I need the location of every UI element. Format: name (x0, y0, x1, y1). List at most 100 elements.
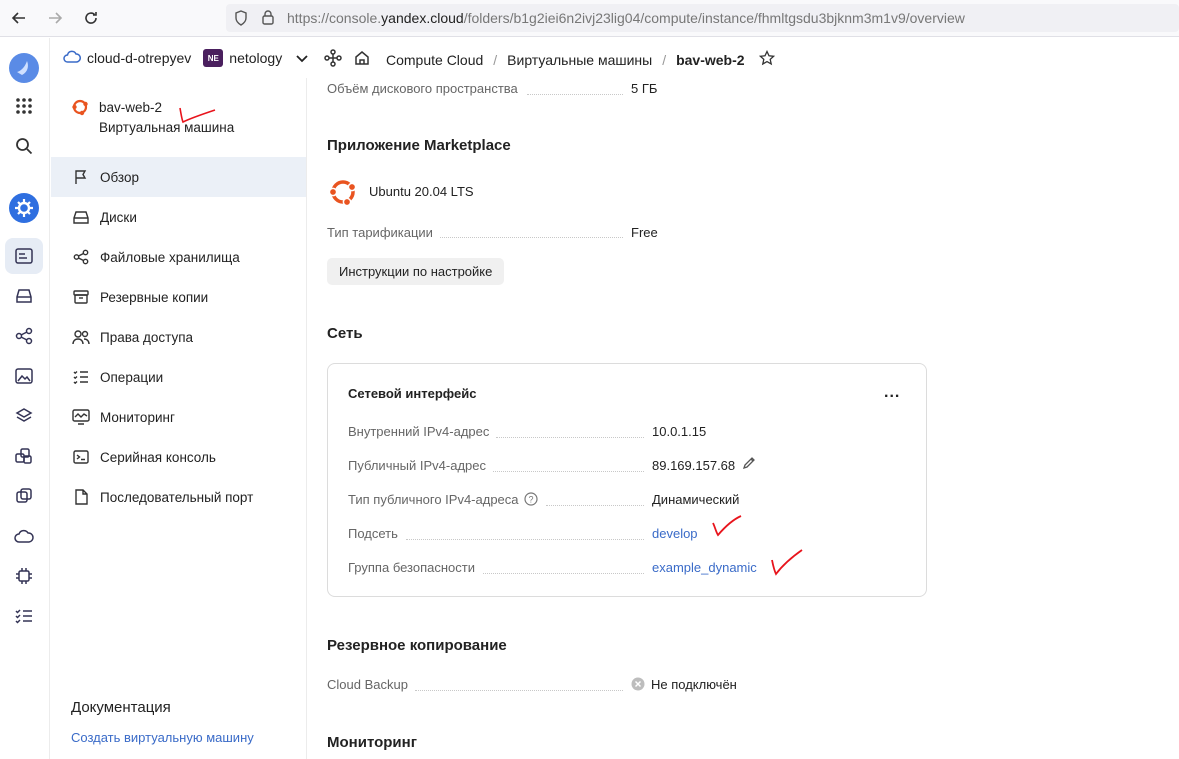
subnet-label: Подсеть (348, 526, 398, 541)
help-icon[interactable]: ? (524, 492, 538, 509)
home-icon[interactable] (354, 50, 370, 69)
dotted-leader (546, 505, 644, 506)
dotted-leader (440, 237, 623, 238)
flag-icon (71, 167, 91, 187)
public-ip-value: 89.169.157.68 (652, 458, 736, 473)
lock-icon[interactable] (261, 9, 275, 28)
public-ip-type-label: Тип публичного IPv4-адреса (348, 492, 519, 507)
network-section-title: Сеть (327, 325, 363, 342)
dotted-leader (493, 471, 644, 472)
list-icon (71, 367, 91, 387)
sidebar-item-label: Диски (100, 209, 137, 225)
users-icon (71, 327, 91, 347)
cloud-backup-value: Не подключён (651, 677, 737, 692)
copy-rail-icon[interactable] (5, 478, 43, 514)
internal-ip-value: 10.0.1.15 (652, 424, 707, 439)
disk-size-label: Объём дискового пространства (327, 81, 518, 96)
dotted-leader (527, 94, 623, 95)
network-interface-card: Сетевой интерфейс ... Внутренний IPv4-ад… (327, 363, 927, 597)
sidebar-item-label: Последовательный порт (100, 489, 254, 505)
reload-icon[interactable] (80, 8, 102, 28)
sidebar-item-backups[interactable]: Резервные копии (51, 277, 306, 317)
sidebar-item-monitoring[interactable]: Мониторинг (51, 397, 306, 437)
org-name: netology (229, 50, 283, 66)
breadcrumb-compute-cloud[interactable]: Compute Cloud (386, 52, 483, 68)
cloud-backup-rail-icon[interactable] (5, 518, 43, 554)
dotted-leader (483, 573, 644, 574)
annotation-mark (712, 515, 742, 537)
dotted-leader (415, 690, 623, 691)
top-header: cloud-d-otrepyev NE netology Compute Clo… (51, 38, 1179, 78)
chevron-down-icon[interactable] (296, 50, 308, 66)
share-rail-icon[interactable] (5, 318, 43, 354)
sidebar-item-label: Мониторинг (100, 409, 175, 425)
cloud-name: cloud-d-otrepyev (87, 50, 192, 66)
public-ip-type-value: Динамический (652, 492, 740, 507)
vm-name: bav-web-2 (99, 100, 163, 115)
internal-ip-label: Внутренний IPv4-адрес (348, 424, 490, 439)
yandex-cloud-logo-icon[interactable] (5, 50, 43, 86)
back-icon[interactable] (8, 8, 30, 28)
service-rail (0, 38, 50, 759)
sidebar-item-disks[interactable]: Диски (51, 197, 306, 237)
breadcrumb-current: bav-web-2 (676, 51, 745, 68)
monitoring-section-title: Мониторинг (327, 734, 417, 751)
breadcrumb-separator: / (493, 51, 498, 68)
chip-rail-icon[interactable] (5, 558, 43, 594)
annotation-mark (179, 107, 216, 124)
tariff-label: Тип тарификации (327, 225, 433, 240)
tariff-value: Free (631, 225, 658, 240)
monitor-icon (71, 407, 91, 427)
search-icon[interactable] (5, 128, 43, 164)
annotation-mark (771, 549, 803, 576)
sidebar-item-filestores[interactable]: Файловые хранилища (51, 237, 306, 277)
sidebar-item-access[interactable]: Права доступа (51, 317, 306, 357)
security-group-link[interactable]: example_dynamic (652, 560, 757, 575)
connections-icon[interactable] (324, 49, 342, 70)
sidebar-item-label: Права доступа (100, 329, 194, 345)
forward-icon[interactable] (44, 8, 66, 28)
sidebar-item-serial-console[interactable]: Серийная консоль (51, 437, 306, 477)
docs-link-create-vm[interactable]: Создать виртуальную машину (71, 730, 254, 745)
sidebar-item-label: Серийная консоль (100, 449, 216, 465)
address-bar[interactable]: https://console.yandex.cloud/folders/b1g… (226, 4, 1179, 32)
edit-pencil-icon[interactable] (742, 456, 756, 473)
svg-text:?: ? (528, 495, 533, 505)
disk-rail-icon[interactable] (5, 278, 43, 314)
apps-grid-icon[interactable] (5, 88, 43, 124)
terminal-icon (71, 447, 91, 467)
sidebar-item-overview[interactable]: Обзор (51, 157, 306, 197)
compute-service-icon[interactable] (5, 190, 43, 226)
disabled-x-icon (631, 677, 645, 694)
cloud-selector[interactable]: cloud-d-otrepyev NE netology (63, 49, 308, 67)
sidebar-item-label: Операции (100, 369, 164, 385)
dotted-leader (406, 539, 644, 540)
marketplace-section-title: Приложение Marketplace (327, 137, 511, 154)
shield-icon[interactable] (234, 10, 248, 29)
browser-toolbar: https://console.yandex.cloud/folders/b1g… (0, 0, 1179, 37)
group-rail-icon[interactable] (5, 438, 43, 474)
org-badge: NE (203, 49, 224, 67)
security-group-label: Группа безопасности (348, 560, 475, 575)
docs-title: Документация (71, 699, 171, 716)
instructions-button[interactable]: Инструкции по настройке (327, 258, 505, 285)
url-text[interactable]: https://console.yandex.cloud/folders/b1g… (287, 10, 965, 26)
sidebar-item-serial-port[interactable]: Последовательный порт (51, 477, 306, 517)
sidebar-item-operations[interactable]: Операции (51, 357, 306, 397)
sidebar-item-label: Обзор (100, 169, 139, 185)
checklist-rail-icon[interactable] (5, 598, 43, 634)
dotted-leader (496, 437, 644, 438)
vm-list-icon[interactable] (5, 238, 43, 274)
ubuntu-logo-icon (71, 98, 89, 119)
backup-section-title: Резервное копирование (327, 637, 507, 654)
cloud-icon (63, 50, 81, 67)
cloud-backup-label: Cloud Backup (327, 677, 408, 692)
sidebar: bav-web-2 Виртуальная машина Обзор Диски… (51, 78, 307, 759)
sidebar-item-label: Резервные копии (100, 289, 209, 305)
breadcrumb-vms[interactable]: Виртуальные машины (507, 52, 652, 68)
image-rail-icon[interactable] (5, 358, 43, 394)
subnet-link[interactable]: develop (652, 526, 698, 541)
more-menu-icon[interactable]: ... (884, 384, 900, 402)
layers-rail-icon[interactable] (5, 398, 43, 434)
star-icon[interactable] (758, 49, 775, 69)
